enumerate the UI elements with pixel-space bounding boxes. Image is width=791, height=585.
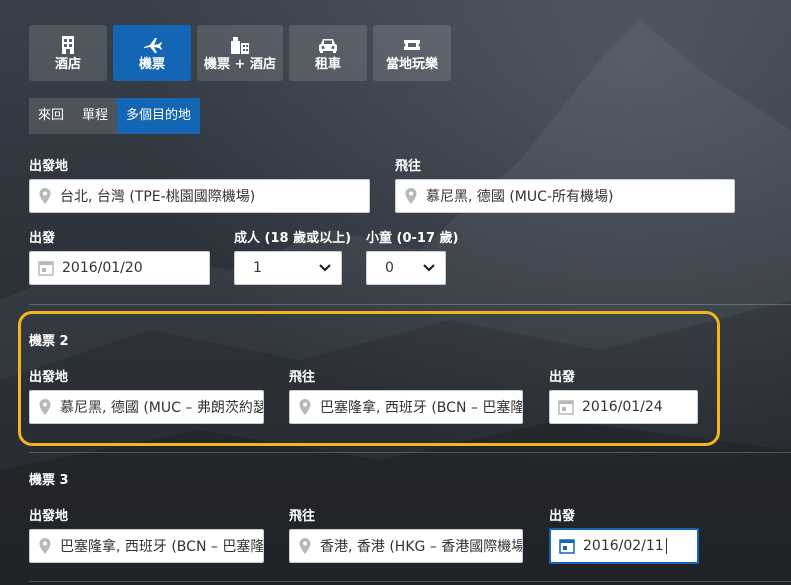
tab-car-rental[interactable]: 租車 [289, 25, 367, 81]
children-label: 小童 (0-17 歲) [366, 231, 459, 246]
leg2-destination-label: 飛往 [289, 370, 316, 385]
tab-flight-hotel[interactable]: 機票 + 酒店 [197, 25, 283, 81]
adults-value: 1 [253, 260, 262, 276]
location-pin-icon [299, 538, 311, 554]
tab-label: 租車 [314, 56, 341, 72]
children-select[interactable]: 0 [366, 251, 446, 285]
leg1-depart-date-input[interactable]: 2016/01/20 [29, 251, 210, 285]
tab-label: 當地玩樂 [385, 56, 438, 72]
trip-type-selector: 來回 單程 多個目的地 [29, 98, 201, 134]
leg3-destination-value: 香港, 香港 (HKG – 香港國際機場) [320, 539, 522, 555]
leg1-origin-label: 出發地 [29, 159, 69, 174]
leg1-destination-label: 飛往 [395, 159, 422, 174]
tab-label: 酒店 [54, 56, 81, 72]
leg3-origin-value: 巴塞隆拿, 西班牙 (BCN – 巴塞隆拿埃爾普拉特機場) [60, 539, 263, 555]
children-value: 0 [385, 260, 394, 276]
chevron-down-icon [319, 264, 331, 272]
location-pin-icon [405, 188, 417, 204]
calendar-icon [38, 261, 54, 276]
leg2-origin-value: 慕尼黑, 德國 (MUC – 弗朗茨約瑟夫施特勞斯機場) [60, 400, 263, 416]
plane-hotel-icon [231, 36, 249, 54]
tab-flights[interactable]: 機票 [113, 25, 191, 81]
section-divider [29, 452, 791, 453]
car-icon [319, 38, 337, 53]
trip-type-oneway[interactable]: 單程 [73, 98, 118, 134]
leg2-origin-label: 出發地 [29, 370, 69, 385]
plane-icon [144, 37, 162, 53]
section-divider [29, 581, 791, 582]
trip-type-multicity[interactable]: 多個目的地 [117, 98, 201, 134]
trip-type-roundtrip[interactable]: 來回 [29, 98, 74, 134]
leg3-depart-label: 出發 [549, 509, 576, 524]
leg3-origin-label: 出發地 [29, 509, 69, 524]
leg3-title: 機票 3 [29, 473, 69, 488]
leg2-highlight-box [18, 311, 720, 446]
flight-search-panel: 酒店 機票 機票 + 酒店 租車 當地玩樂 來回 單程 多個目的地 出發地 台北… [0, 0, 791, 585]
adults-select[interactable]: 1 [234, 251, 342, 285]
location-pin-icon [39, 399, 51, 415]
tab-label: 機票 [138, 56, 165, 72]
leg3-depart-date-value: 2016/02/11 [583, 538, 664, 554]
leg1-depart-date-value: 2016/01/20 [62, 260, 143, 276]
calendar-icon [558, 400, 574, 415]
location-pin-icon [39, 538, 51, 554]
leg2-depart-date-input[interactable]: 2016/01/24 [549, 390, 698, 424]
leg2-depart-date-value: 2016/01/24 [582, 399, 663, 415]
text-caret [665, 538, 667, 554]
section-divider [29, 304, 791, 305]
tab-label: 機票 + 酒店 [204, 56, 276, 72]
calendar-icon [559, 539, 575, 554]
adults-label: 成人 (18 歲或以上) [234, 231, 352, 246]
leg1-origin-value: 台北, 台灣 (TPE-桃園國際機場) [60, 189, 256, 205]
leg1-destination-input[interactable]: 慕尼黑, 德國 (MUC-所有機場) [395, 179, 735, 213]
leg2-destination-input[interactable]: 巴塞隆拿, 西班牙 (BCN – 巴塞隆拿埃爾普拉特機場) [289, 390, 523, 424]
chevron-down-icon [423, 264, 435, 272]
leg1-depart-label: 出發 [29, 231, 56, 246]
leg2-origin-input[interactable]: 慕尼黑, 德國 (MUC – 弗朗茨約瑟夫施特勞斯機場) [29, 390, 264, 424]
leg3-destination-input[interactable]: 香港, 香港 (HKG – 香港國際機場) [289, 529, 523, 563]
ticket-icon [404, 39, 420, 50]
leg2-title: 機票 2 [29, 334, 69, 349]
leg3-depart-date-input[interactable]: 2016/02/11 [549, 528, 699, 564]
leg1-origin-input[interactable]: 台北, 台灣 (TPE-桃園國際機場) [29, 179, 370, 213]
leg3-destination-label: 飛往 [289, 509, 316, 524]
hotel-icon [62, 35, 74, 54]
leg3-origin-input[interactable]: 巴塞隆拿, 西班牙 (BCN – 巴塞隆拿埃爾普拉特機場) [29, 529, 264, 563]
location-pin-icon [299, 399, 311, 415]
tab-hotel[interactable]: 酒店 [29, 25, 107, 81]
location-pin-icon [39, 188, 51, 204]
leg2-depart-label: 出發 [549, 370, 576, 385]
tab-activities[interactable]: 當地玩樂 [373, 25, 451, 81]
leg2-destination-value: 巴塞隆拿, 西班牙 (BCN – 巴塞隆拿埃爾普拉特機場) [320, 400, 522, 416]
leg1-destination-value: 慕尼黑, 德國 (MUC-所有機場) [426, 189, 614, 205]
